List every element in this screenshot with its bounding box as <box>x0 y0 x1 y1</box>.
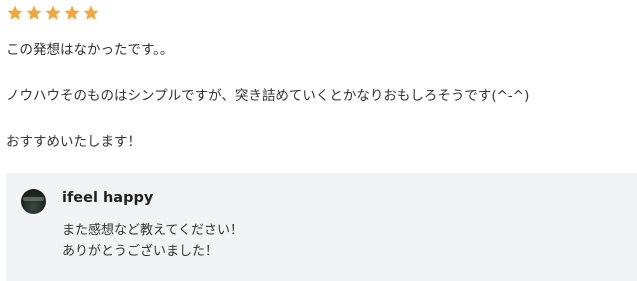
star-icon <box>25 4 43 22</box>
star-icon <box>44 4 62 22</box>
reply-line: また感想など教えてください！ <box>62 223 243 238</box>
star-rating <box>6 4 100 24</box>
star-icon <box>6 4 24 22</box>
review-line: おすすめいたします！ <box>6 134 141 150</box>
star-icon <box>82 4 100 22</box>
avatar[interactable] <box>21 189 46 214</box>
review-line: この発想はなかったです。。 <box>6 42 174 58</box>
review-body: この発想はなかったです。。 ノウハウそのものはシンプルですが、突き詰めていくとか… <box>6 40 626 153</box>
reply-author-name[interactable]: ifeel happy <box>62 190 153 206</box>
review-card: この発想はなかったです。。 ノウハウそのものはシンプルですが、突き詰めていくとか… <box>0 0 637 281</box>
seller-reply: ifeel happy また感想など教えてください！ ありがとうございました！ <box>6 173 637 281</box>
reply-line: ありがとうございました！ <box>62 244 219 259</box>
review-line: ノウハウそのものはシンプルですが、突き詰めていくとかなりおもしろそうです(^-^… <box>6 88 530 104</box>
reply-body: また感想など教えてください！ ありがとうございました！ <box>62 220 243 262</box>
star-icon <box>63 4 81 22</box>
